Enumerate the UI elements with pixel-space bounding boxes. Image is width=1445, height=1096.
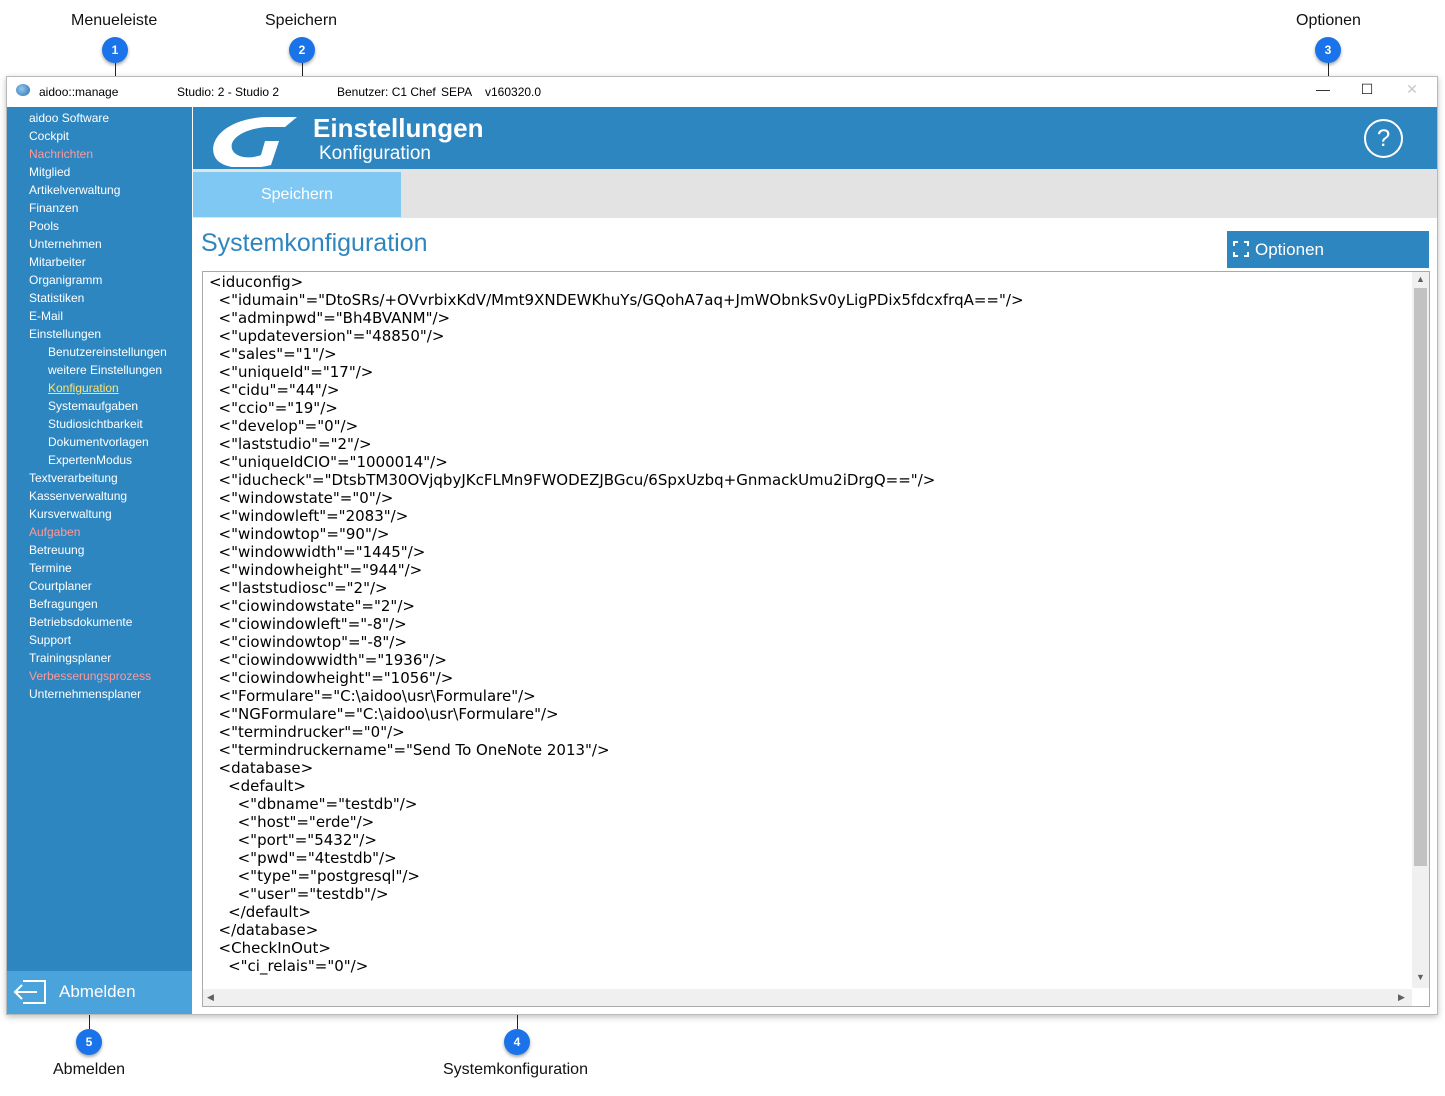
callout-label-menueleiste: Menueleiste — [71, 12, 158, 29]
page-subtitle: Konfiguration — [319, 143, 431, 164]
callout-badge-5: 5 — [76, 1029, 102, 1055]
sidebar-item-aidoo-software[interactable]: aidoo Software — [29, 111, 109, 125]
minimize-button[interactable]: — — [1308, 81, 1338, 103]
app-logo-icon — [16, 84, 30, 96]
version-label: v160320.0 — [485, 85, 542, 99]
callout-badge-1: 1 — [102, 37, 128, 63]
scroll-down-icon[interactable]: ▼ — [1416, 972, 1425, 982]
sepa-label: SEPA — [441, 85, 473, 99]
sidebar-item-weitere-einstellungen[interactable]: weitere Einstellungen — [48, 363, 162, 377]
sidebar-item-courtplaner[interactable]: Courtplaner — [29, 579, 92, 593]
help-icon[interactable]: ? — [1364, 119, 1403, 158]
sidebar-item-betreuung[interactable]: Betreuung — [29, 543, 84, 557]
sidebar-item-mitarbeiter[interactable]: Mitarbeiter — [29, 255, 86, 269]
sidebar-item-termine[interactable]: Termine — [29, 561, 72, 575]
expand-icon — [1233, 241, 1249, 257]
config-editor[interactable]: <iduconfig> <"idumain"="DtoSRs/+OVvrbixK… — [202, 271, 1430, 1007]
sidebar-item-aufgaben[interactable]: Aufgaben — [29, 525, 80, 539]
sidebar-item-cockpit[interactable]: Cockpit — [29, 129, 69, 143]
sidebar-item-einstellungen[interactable]: Einstellungen — [29, 327, 101, 341]
aidoo-logo — [213, 117, 297, 167]
sidebar-item-benutzereinstellungen[interactable]: Benutzereinstellungen — [48, 345, 167, 359]
sidebar-item-unternehmen[interactable]: Unternehmen — [29, 237, 102, 251]
config-text[interactable]: <iduconfig> <"idumain"="DtoSRs/+OVvrbixK… — [209, 273, 1024, 975]
sidebar-item-verbesserungsprozess[interactable]: Verbesserungsprozess — [29, 669, 151, 683]
callout-label-abmelden: Abmelden — [53, 1061, 126, 1078]
callout-label-optionen: Optionen — [1296, 12, 1361, 29]
options-label: Optionen — [1255, 240, 1324, 259]
logout-button[interactable]: Abmelden — [7, 971, 192, 1014]
sidebar-item-kassenverwaltung[interactable]: Kassenverwaltung — [29, 489, 127, 503]
sidebar-item-finanzen[interactable]: Finanzen — [29, 201, 78, 215]
scroll-right-icon[interactable]: ▶ — [1398, 992, 1405, 1003]
sidebar-item-befragungen[interactable]: Befragungen — [29, 597, 98, 611]
horizontal-scrollbar[interactable]: ◀ ▶ — [203, 989, 1412, 1006]
close-button[interactable]: ✕ — [1397, 81, 1427, 103]
sidebar-item-e-mail[interactable]: E-Mail — [29, 309, 63, 323]
callout-badge-4: 4 — [504, 1029, 530, 1055]
sidebar-item-textverarbeitung[interactable]: Textverarbeitung — [29, 471, 118, 485]
callout-label-systemkonfiguration: Systemkonfiguration — [443, 1061, 588, 1078]
callout-badge-2: 2 — [289, 37, 315, 63]
sidebar-item-support[interactable]: Support — [29, 633, 71, 647]
sidebar-item-mitglied[interactable]: Mitglied — [29, 165, 70, 179]
maximize-button[interactable]: ☐ — [1352, 81, 1382, 103]
sidebar-item-unternehmensplaner[interactable]: Unternehmensplaner — [29, 687, 141, 701]
user-label: Benutzer: C1 Chef — [337, 85, 436, 99]
page-header: Einstellungen Konfiguration ? — [193, 107, 1437, 169]
sidebar-item-nachrichten[interactable]: Nachrichten — [29, 147, 93, 161]
page-title: Einstellungen — [313, 113, 484, 143]
callout-badge-3: 3 — [1315, 37, 1341, 63]
sidebar-item-systemaufgaben[interactable]: Systemaufgaben — [48, 399, 138, 413]
sidebar-menu: aidoo Software Cockpit Nachrichten Mitglied… — [7, 107, 192, 1014]
sidebar-item-trainingsplaner[interactable]: Trainingsplaner — [29, 651, 111, 665]
section-title: Systemkonfiguration — [201, 229, 428, 257]
vertical-scroll-thumb[interactable] — [1414, 288, 1427, 866]
sidebar-item-kursverwaltung[interactable]: Kursverwaltung — [29, 507, 112, 521]
callout-label-speichern: Speichern — [265, 12, 338, 29]
save-button[interactable]: Speichern — [193, 172, 401, 217]
sidebar-item-organigramm[interactable]: Organigramm — [29, 273, 102, 287]
studio-label: Studio: 2 - Studio 2 — [177, 85, 280, 99]
app-window: aidoo::manage Studio: 2 - Studio 2 Benut… — [6, 76, 1438, 1015]
sidebar-item-konfiguration[interactable]: Konfiguration — [48, 381, 119, 395]
sidebar-item-expertenmodus[interactable]: ExpertenModus — [48, 453, 132, 467]
sidebar-item-betriebsdokumente[interactable]: Betriebsdokumente — [29, 615, 132, 629]
logout-arrow-icon — [13, 980, 46, 1004]
sidebar-item-studiosichtbarkeit[interactable]: Studiosichtbarkeit — [48, 417, 143, 431]
sidebar-item-artikelverwaltung[interactable]: Artikelverwaltung — [29, 183, 120, 197]
sidebar-item-pools[interactable]: Pools — [29, 219, 59, 233]
sidebar-item-dokumentvorlagen[interactable]: Dokumentvorlagen — [48, 435, 149, 449]
logout-label: Abmelden — [59, 982, 136, 1001]
options-button[interactable]: Optionen — [1227, 231, 1429, 268]
scroll-left-icon[interactable]: ◀ — [207, 992, 214, 1003]
scroll-up-icon[interactable]: ▲ — [1416, 274, 1425, 284]
title-bar: aidoo::manage Studio: 2 - Studio 2 Benut… — [7, 77, 1437, 107]
sidebar-item-statistiken[interactable]: Statistiken — [29, 291, 84, 305]
toolbar: Speichern — [193, 169, 1437, 218]
app-name: aidoo::manage — [39, 85, 119, 99]
vertical-scrollbar[interactable]: ▲ ▼ — [1412, 272, 1429, 988]
